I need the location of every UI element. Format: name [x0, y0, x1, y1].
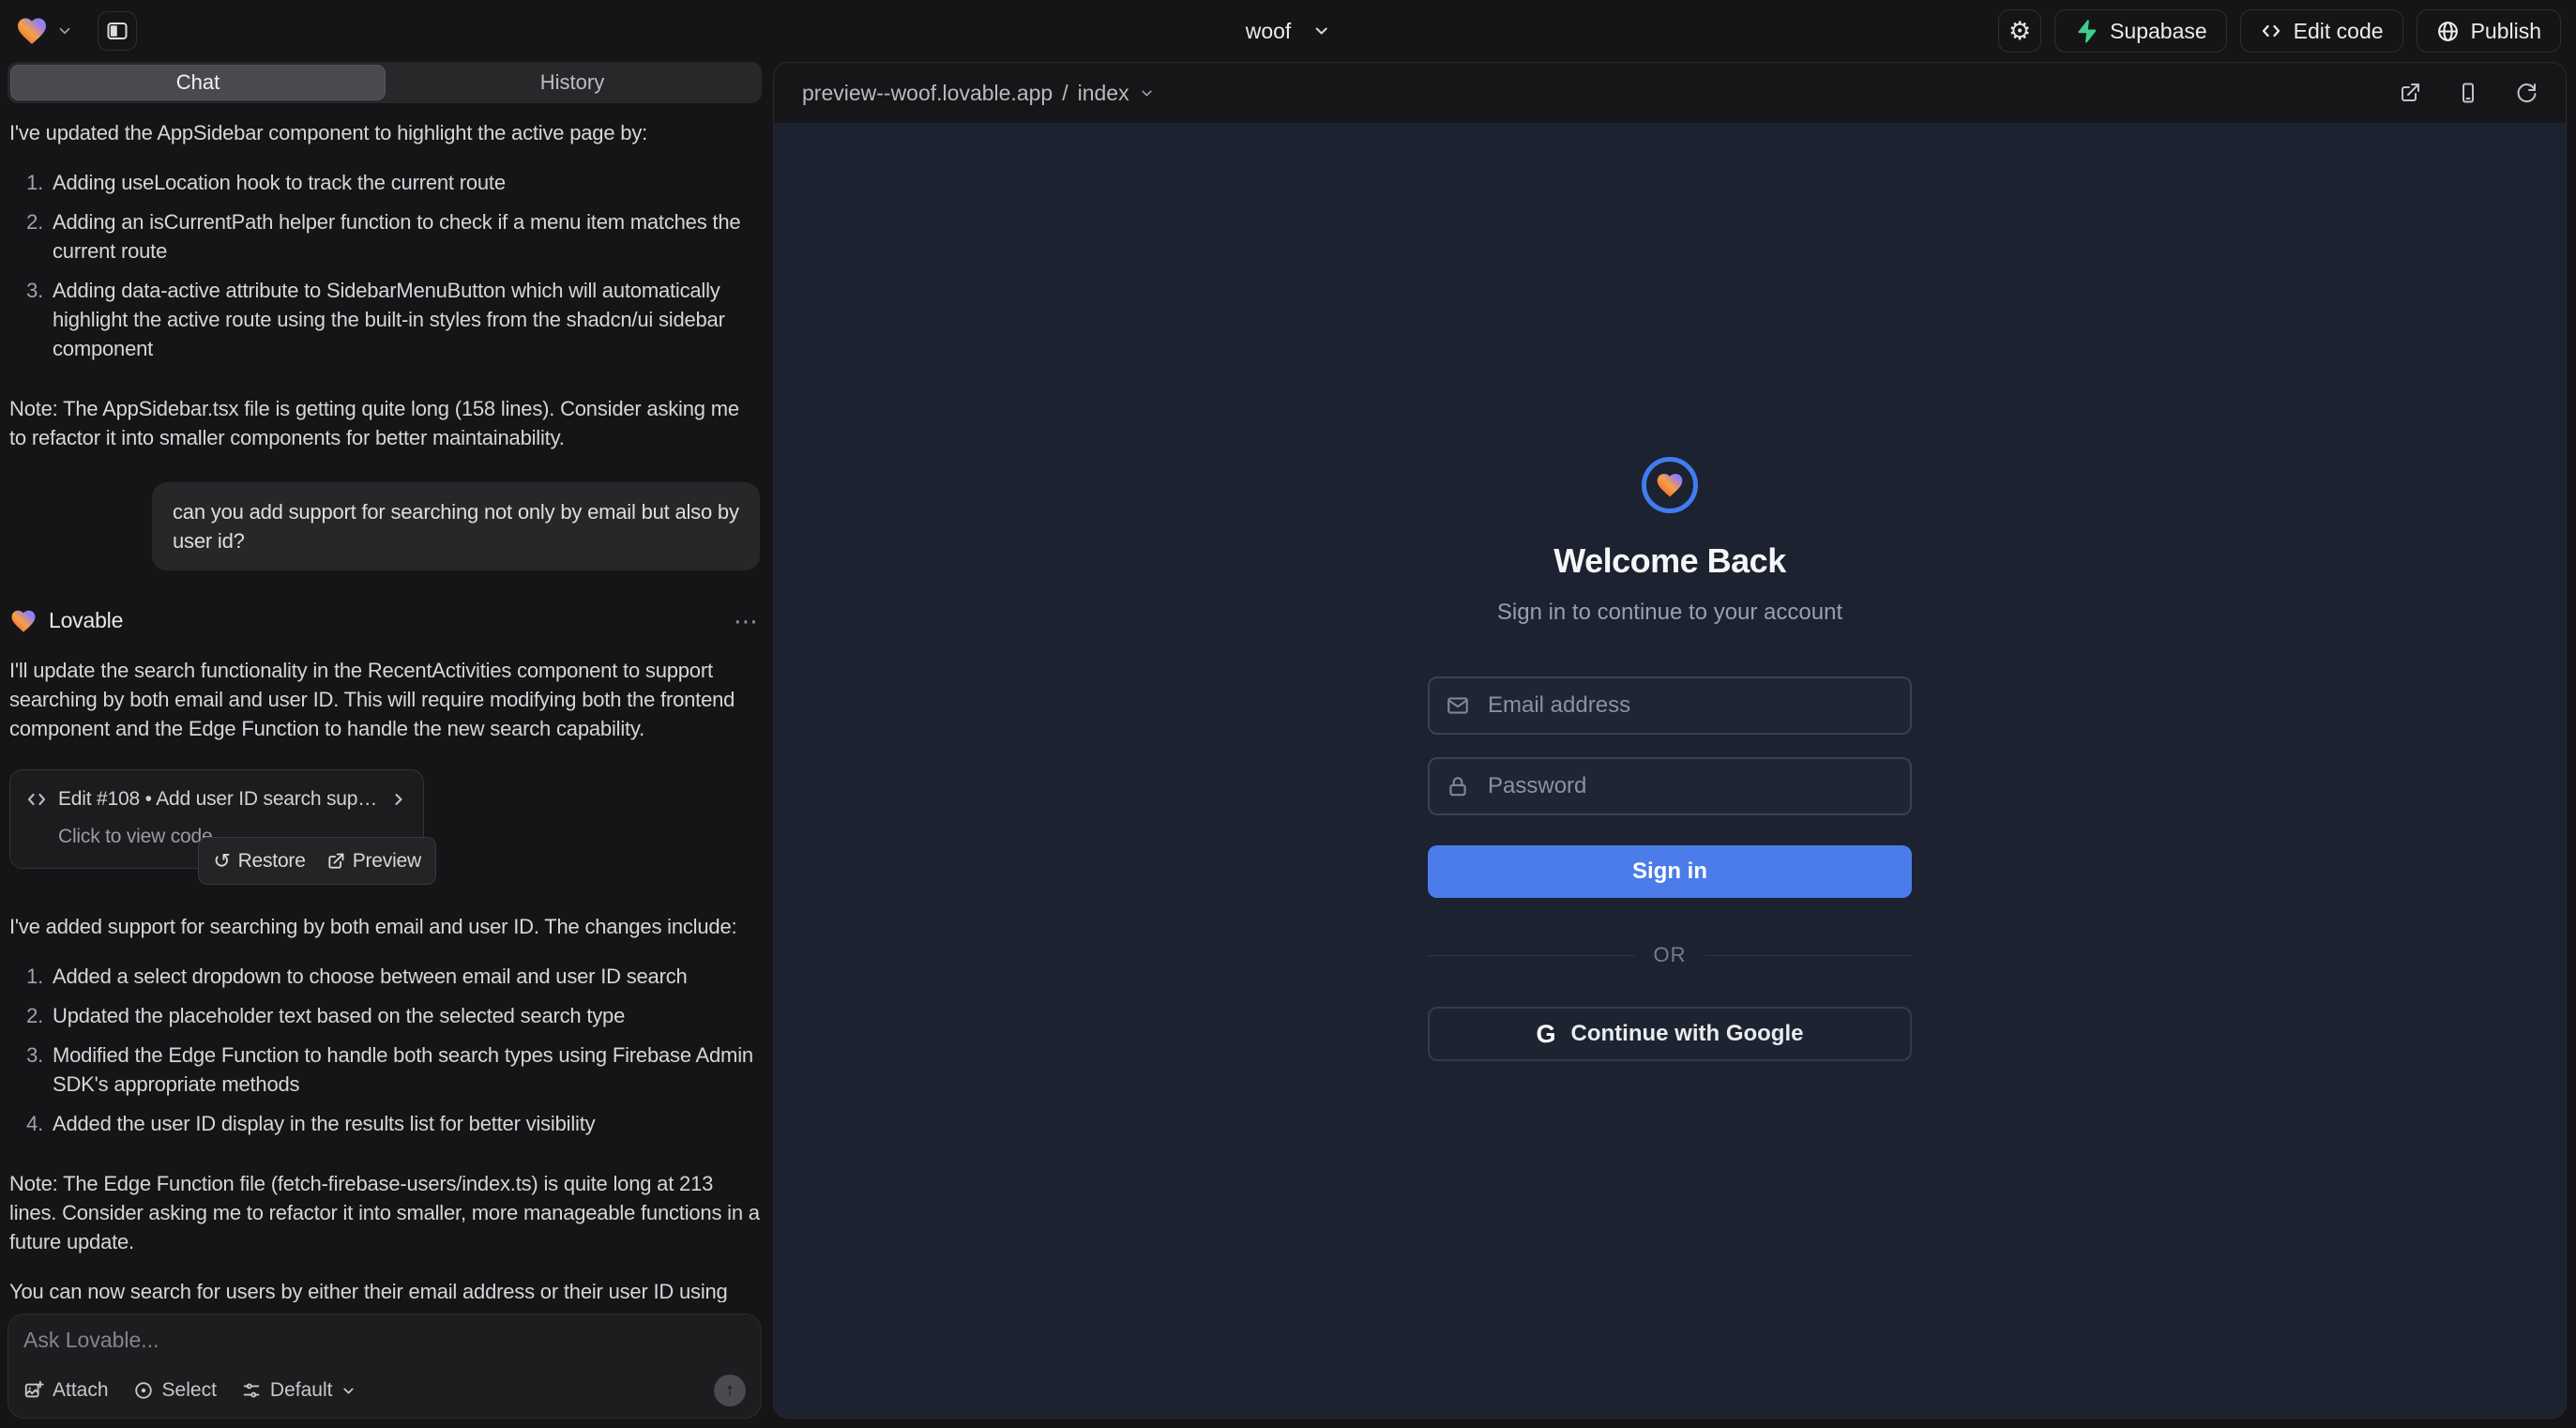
- external-link-icon: [326, 852, 345, 871]
- lock-icon: [1446, 774, 1470, 798]
- or-label: OR: [1654, 943, 1687, 967]
- lovable-logo-menu[interactable]: [15, 14, 73, 48]
- chat-history-tabs: Chat History: [8, 62, 762, 103]
- project-title: woof: [1246, 19, 1292, 44]
- select-label: Select: [162, 1379, 217, 1402]
- assistant-message-text: I'll update the search functionality in …: [9, 656, 760, 743]
- tab-chat[interactable]: Chat: [10, 65, 386, 100]
- edit-version-card[interactable]: Edit #108 • Add user ID search supp... C…: [9, 769, 424, 869]
- google-g-icon: G: [1537, 1022, 1556, 1047]
- preview-label: Preview: [353, 846, 421, 875]
- sliders-icon: [241, 1380, 262, 1401]
- publish-button[interactable]: Publish: [2417, 9, 2561, 53]
- chevron-down-icon: [56, 23, 73, 39]
- list-item: Adding an isCurrentPath helper function …: [49, 207, 760, 266]
- tab-history[interactable]: History: [386, 65, 759, 100]
- message-menu-icon[interactable]: ⋯: [734, 609, 760, 633]
- chat-input[interactable]: [23, 1328, 746, 1375]
- email-field[interactable]: [1428, 676, 1912, 735]
- google-button-label: Continue with Google: [1571, 1021, 1804, 1047]
- publish-label: Publish: [2471, 19, 2541, 44]
- preview-path: index: [1078, 81, 1129, 106]
- list-item: Updated the placeholder text based on th…: [49, 1001, 760, 1030]
- assistant-message-text: You can now search for users by either t…: [9, 1277, 760, 1302]
- or-divider: OR: [1428, 943, 1912, 967]
- page-subtitle: Sign in to continue to your account: [1497, 600, 1842, 626]
- url-separator: /: [1062, 81, 1068, 106]
- refresh-icon: [2515, 82, 2538, 104]
- list-item: Modified the Edge Function to handle bot…: [49, 1041, 760, 1099]
- supabase-label: Supabase: [2110, 19, 2207, 44]
- attach-button[interactable]: Attach: [23, 1379, 109, 1402]
- continue-with-google-button[interactable]: G Continue with Google: [1428, 1007, 1912, 1061]
- refresh-button[interactable]: [2515, 82, 2538, 104]
- restore-label: Restore: [238, 846, 306, 875]
- assistant-message-note: Note: The AppSidebar.tsx file is getting…: [9, 394, 760, 452]
- preview-viewport: Welcome Back Sign in to continue to your…: [774, 123, 2566, 1418]
- preview-panel: preview--woof.lovable.app / index: [773, 62, 2567, 1419]
- settings-button[interactable]: ⚙: [1998, 9, 2041, 53]
- chat-composer: Attach Select Default: [8, 1314, 762, 1419]
- attach-label: Attach: [53, 1379, 109, 1402]
- user-message-bubble: can you add support for searching not on…: [152, 482, 760, 570]
- assistant-message-text: I've added support for searching by both…: [9, 912, 760, 941]
- password-field[interactable]: [1428, 757, 1912, 815]
- restore-icon: ↺: [213, 851, 230, 872]
- chevron-down-icon: [1139, 85, 1155, 101]
- send-button[interactable]: ↑: [714, 1375, 746, 1406]
- lovable-heart-icon: [15, 14, 49, 48]
- select-element-button[interactable]: Select: [133, 1379, 217, 1402]
- list-item: Adding data-active attribute to SidebarM…: [49, 276, 760, 363]
- list-item: Added a select dropdown to choose betwee…: [49, 962, 760, 991]
- mode-selector-button[interactable]: Default: [241, 1379, 357, 1402]
- assistant-name: Lovable: [49, 606, 123, 635]
- smartphone-icon: [2457, 82, 2479, 104]
- mode-label: Default: [270, 1379, 333, 1402]
- globe-icon: [2436, 20, 2460, 43]
- code-brackets-icon: [25, 788, 48, 811]
- assistant-message-list: Added a select dropdown to choose betwee…: [9, 962, 760, 1148]
- app-logo-ring: [1642, 457, 1698, 513]
- auth-card: Welcome Back Sign in to continue to your…: [1428, 457, 1912, 1061]
- list-item: Adding useLocation hook to track the cur…: [49, 168, 760, 197]
- chevron-down-icon: [1311, 22, 1330, 40]
- sidebar-panel-icon: [106, 20, 129, 42]
- restore-button[interactable]: ↺ Restore: [213, 846, 305, 875]
- toggle-sidebar-button[interactable]: [98, 11, 137, 51]
- version-actions-pill: ↺ Restore Preview: [198, 837, 436, 885]
- image-plus-icon: [23, 1380, 44, 1401]
- open-in-new-tab-button[interactable]: [2399, 82, 2421, 104]
- edit-card-title: Edit #108 • Add user ID search supp...: [58, 784, 379, 813]
- edit-code-button[interactable]: Edit code: [2240, 9, 2403, 53]
- preview-url: preview--woof.lovable.app: [802, 81, 1053, 106]
- lovable-heart-icon: [9, 607, 38, 635]
- assistant-message-list: Adding useLocation hook to track the cur…: [9, 168, 760, 373]
- target-icon: [133, 1380, 154, 1401]
- external-link-icon: [2399, 82, 2421, 104]
- chevron-right-icon: [389, 790, 408, 809]
- assistant-message-note: Note: The Edge Function file (fetch-fire…: [9, 1169, 760, 1256]
- chat-stream[interactable]: I've updated the AppSidebar component to…: [8, 105, 762, 1302]
- preview-button[interactable]: Preview: [326, 846, 421, 875]
- top-bar: woof ⚙ Supabase Edit code: [0, 0, 2576, 62]
- mobile-view-button[interactable]: [2457, 82, 2479, 104]
- sign-in-button[interactable]: Sign in: [1428, 845, 1912, 898]
- list-item: Added the user ID display in the results…: [49, 1109, 760, 1138]
- edit-code-label: Edit code: [2294, 19, 2384, 44]
- preview-url-bar: preview--woof.lovable.app / index: [774, 63, 2566, 123]
- app-heart-icon: [1655, 470, 1685, 500]
- code-brackets-icon: [2260, 20, 2282, 42]
- assistant-header: Lovable ⋯: [9, 606, 760, 635]
- project-switcher[interactable]: woof: [1246, 19, 1331, 44]
- chevron-down-icon: [341, 1383, 356, 1399]
- arrow-up-icon: ↑: [725, 1380, 735, 1402]
- assistant-message-text: I've updated the AppSidebar component to…: [9, 118, 760, 147]
- page-title: Welcome Back: [1553, 541, 1785, 581]
- chat-panel: Chat History I've updated the AppSidebar…: [0, 62, 771, 1428]
- preview-url-breadcrumb[interactable]: preview--woof.lovable.app / index: [802, 81, 1155, 106]
- gear-icon: ⚙: [2008, 19, 2031, 44]
- supabase-bolt-icon: [2074, 19, 2099, 43]
- mail-icon: [1446, 693, 1470, 718]
- supabase-button[interactable]: Supabase: [2054, 9, 2227, 53]
